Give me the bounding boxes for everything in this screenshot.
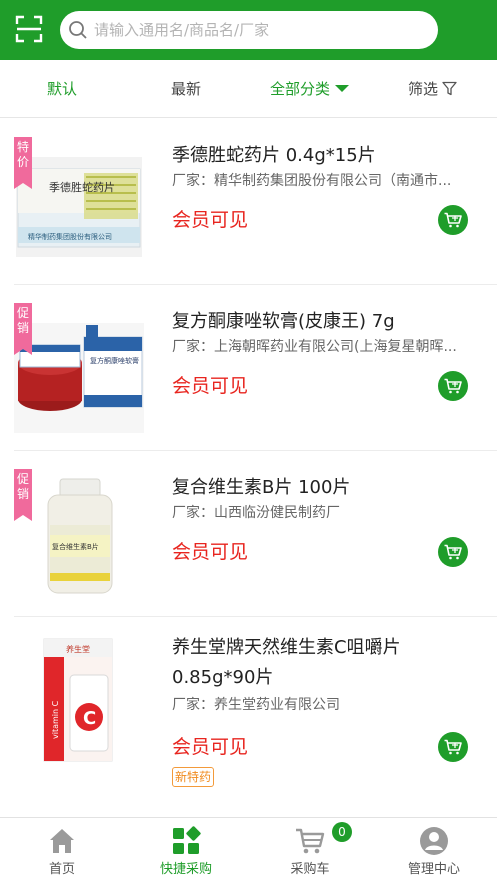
product-image[interactable]: C 养生堂 vitamin C bbox=[14, 635, 144, 765]
product-list: 季德胜蛇药片 精华制药集团股份有限公司 特价 季德胜蛇药片 0.4g*15片 厂… bbox=[0, 119, 497, 817]
svg-text:C: C bbox=[83, 708, 96, 729]
svg-text:复合维生素B片: 复合维生素B片 bbox=[52, 542, 99, 551]
cart-icon bbox=[444, 378, 462, 394]
search-box[interactable] bbox=[60, 11, 438, 49]
svg-text:养生堂: 养生堂 bbox=[66, 644, 90, 654]
member-price: 会员可见 bbox=[172, 209, 249, 231]
filter-category-label: 全部分类 bbox=[270, 80, 331, 98]
product-name[interactable]: 养生堂牌天然维生素C咀嚼片 0.85g*90片 bbox=[172, 633, 472, 693]
filter-latest-label: 最新 bbox=[171, 80, 202, 98]
tab-admin-center[interactable]: 管理中心 bbox=[372, 818, 496, 883]
tab-home[interactable]: 首页 bbox=[0, 818, 124, 883]
add-to-cart-button[interactable] bbox=[438, 371, 468, 401]
tab-admin-center-label: 管理中心 bbox=[407, 862, 460, 877]
tab-home-label: 首页 bbox=[48, 862, 75, 877]
svg-text:vitamin C: vitamin C bbox=[51, 700, 60, 739]
product-manufacturer: 厂家：山西临汾健民制药厂 bbox=[172, 505, 340, 521]
product-image[interactable]: 季德胜蛇药片 精华制药集团股份有限公司 特价 bbox=[14, 137, 144, 267]
product-manufacturer: 厂家：精华制药集团股份有限公司（南通市... bbox=[172, 173, 452, 189]
grid-apps-icon bbox=[173, 826, 201, 854]
promo-tag: 特价 bbox=[14, 137, 32, 189]
search-input[interactable] bbox=[94, 11, 424, 49]
product-manufacturer: 厂家：上海朝晖药业有限公司(上海复星朝晖... bbox=[172, 339, 457, 355]
bottom-tab-bar: 首页 快捷采购 采购车 0 管理中心 bbox=[0, 817, 497, 883]
product-item[interactable]: 复方酮康唑软膏 促销 复方酮康唑软膏(皮康王) 7g 厂家：上海朝晖药业有限公司… bbox=[0, 285, 497, 451]
svg-text:精华制药集团股份有限公司: 精华制药集团股份有限公司 bbox=[28, 232, 112, 241]
product-name[interactable]: 季德胜蛇药片 0.4g*15片 bbox=[172, 141, 472, 171]
filter-default[interactable]: 默认 bbox=[47, 60, 77, 118]
filter-default-label: 默认 bbox=[47, 80, 78, 98]
member-price: 会员可见 bbox=[172, 541, 249, 563]
home-icon bbox=[50, 829, 74, 853]
shopping-cart-icon bbox=[296, 828, 325, 854]
cart-icon bbox=[444, 212, 462, 228]
filter-category-dropdown[interactable]: 全部分类 bbox=[270, 60, 350, 118]
filter-screen-button[interactable]: 筛选 bbox=[408, 60, 457, 118]
svg-text:复方酮康唑软膏: 复方酮康唑软膏 bbox=[90, 356, 139, 365]
product-name[interactable]: 复方酮康唑软膏(皮康王) 7g bbox=[172, 307, 472, 337]
cart-icon bbox=[444, 544, 462, 560]
tab-cart[interactable]: 采购车 bbox=[248, 818, 372, 883]
user-avatar-icon bbox=[420, 827, 448, 855]
cart-count-badge: 0 bbox=[332, 822, 352, 842]
product-image[interactable]: 复合维生素B片 促销 bbox=[14, 469, 144, 599]
product-item[interactable]: 季德胜蛇药片 精华制药集团股份有限公司 特价 季德胜蛇药片 0.4g*15片 厂… bbox=[0, 119, 497, 285]
search-icon bbox=[69, 21, 87, 39]
add-to-cart-button[interactable] bbox=[438, 205, 468, 235]
tab-quick-purchase-label: 快捷采购 bbox=[159, 862, 212, 877]
product-image[interactable]: 复方酮康唑软膏 促销 bbox=[14, 303, 144, 433]
add-to-cart-button[interactable] bbox=[438, 732, 468, 762]
member-price: 会员可见 bbox=[172, 736, 249, 758]
product-item[interactable]: 复合维生素B片 促销 复合维生素B片 100片 厂家：山西临汾健民制药厂 会员可… bbox=[0, 451, 497, 617]
scan-icon[interactable] bbox=[14, 14, 44, 44]
funnel-icon bbox=[442, 81, 457, 95]
cart-icon bbox=[444, 739, 462, 755]
product-item[interactable]: C 养生堂 vitamin C 养生堂牌天然维生素C咀嚼片 0.85g*90片 … bbox=[0, 617, 497, 817]
product-manufacturer: 厂家：养生堂药业有限公司 bbox=[172, 697, 340, 713]
top-bar bbox=[0, 0, 497, 60]
new-drug-badge: 新特药 bbox=[172, 767, 215, 787]
tab-quick-purchase[interactable]: 快捷采购 bbox=[124, 818, 248, 883]
filter-latest[interactable]: 最新 bbox=[171, 60, 201, 118]
svg-text:季德胜蛇药片: 季德胜蛇药片 bbox=[49, 180, 115, 194]
filter-bar: 默认 最新 全部分类 筛选 bbox=[0, 60, 497, 118]
caret-down-icon bbox=[335, 85, 350, 92]
promo-tag: 促销 bbox=[14, 469, 32, 521]
filter-screen-label: 筛选 bbox=[408, 80, 439, 98]
promo-tag: 促销 bbox=[14, 303, 32, 355]
tab-cart-label: 采购车 bbox=[290, 862, 330, 877]
member-price: 会员可见 bbox=[172, 375, 249, 397]
product-name[interactable]: 复合维生素B片 100片 bbox=[172, 473, 472, 503]
add-to-cart-button[interactable] bbox=[438, 537, 468, 567]
